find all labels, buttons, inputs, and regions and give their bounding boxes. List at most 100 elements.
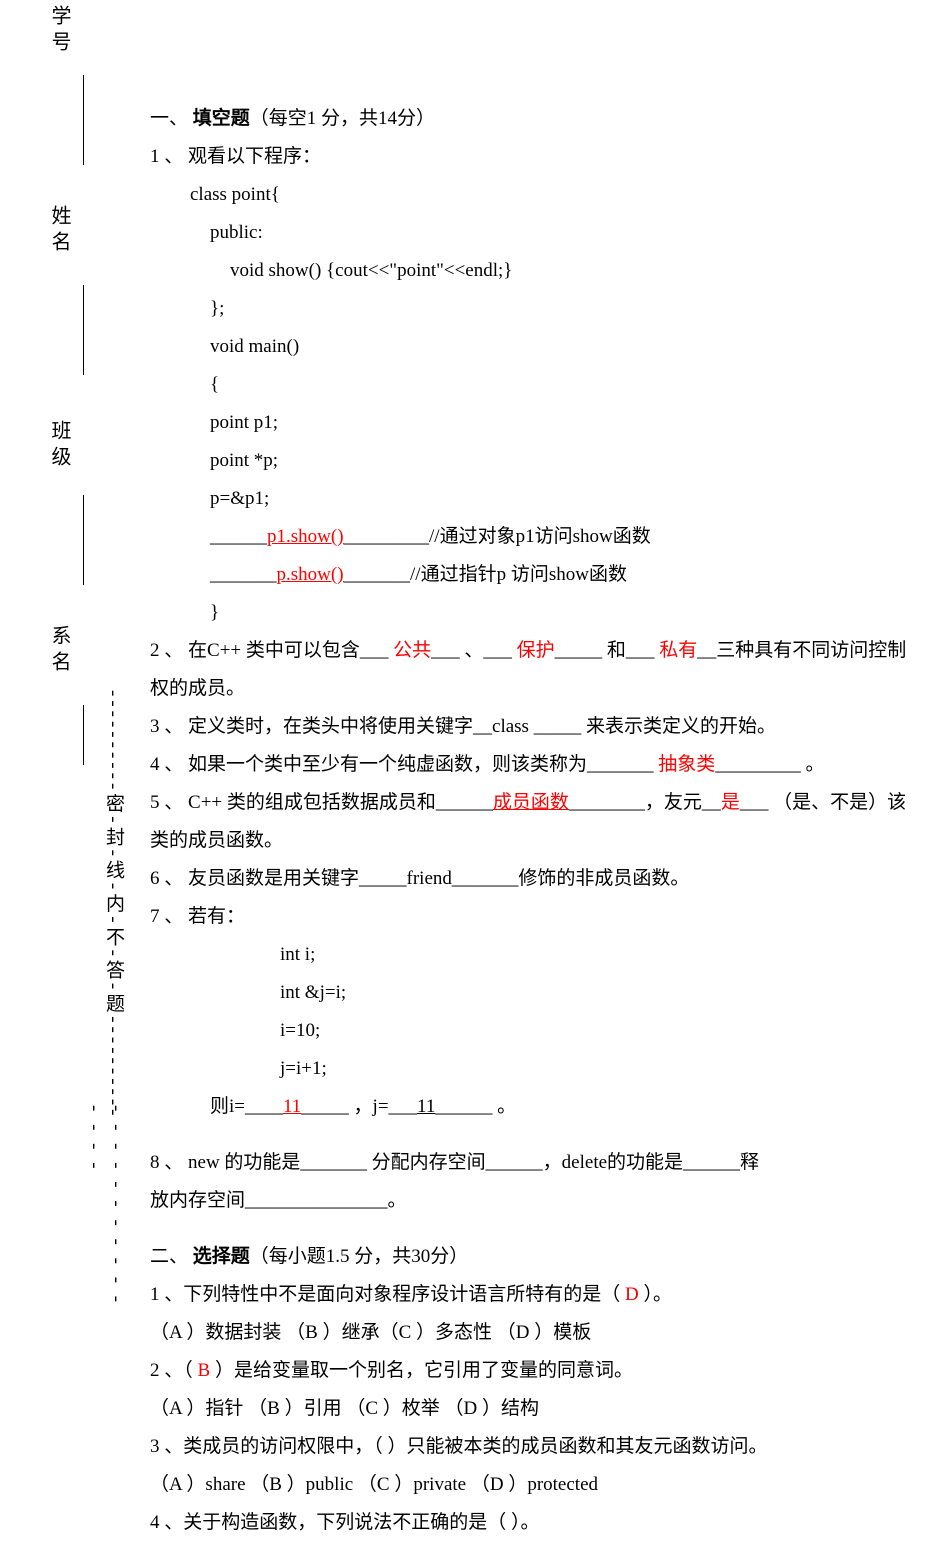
q-num: 3 、 bbox=[150, 1436, 183, 1457]
text: ）。 bbox=[639, 1284, 672, 1305]
label-student-id: 学号 bbox=[45, 5, 74, 57]
text: C++ 类的组成包括数据成员和______ bbox=[188, 792, 493, 813]
s2-q4: 4 、关于构造函数，下列说法不正确的是（ ）。 bbox=[150, 1504, 910, 1542]
text: 如果一个类中至少有一个纯虚函数，则该类称为_______ bbox=[188, 754, 658, 775]
q6-block: 6 、 友员函数是用关键字_____friend_______修饰的非成员函数。 bbox=[150, 860, 910, 898]
answer: B bbox=[198, 1360, 211, 1381]
q7-num: 7 、 bbox=[150, 906, 183, 927]
answer: 抽象类 bbox=[658, 754, 715, 775]
blank: ______ bbox=[210, 526, 267, 547]
q8-num: 8 、 bbox=[150, 1152, 183, 1173]
blank: _______//通过指针p 访问show函数 bbox=[344, 564, 627, 585]
answer: 是 bbox=[721, 792, 740, 813]
section-2-num: 二、 bbox=[150, 1246, 188, 1267]
q3-num: 3 、 bbox=[150, 716, 183, 737]
vline bbox=[83, 75, 84, 165]
q1-text: 观看以下程序： bbox=[188, 146, 321, 167]
section-2-title: 选择题 bbox=[193, 1246, 250, 1267]
answer: 11 bbox=[417, 1096, 435, 1117]
label-class: 班级 bbox=[45, 420, 74, 472]
q1-num: 1 、 bbox=[150, 146, 183, 167]
answer: 11 bbox=[283, 1096, 301, 1117]
text: ）是给变量取一个别名，它引用了变量的同意词。 bbox=[210, 1360, 633, 1381]
vline bbox=[83, 495, 84, 585]
section-1-scoring: （每空1 分，共14分） bbox=[250, 108, 435, 129]
q5-block: 5 、 C++ 类的组成包括数据成员和______成员函数________，友元… bbox=[150, 784, 910, 860]
code-line: }; bbox=[150, 290, 910, 328]
s2-q2-opts: （A ）指针 （B ）引用 （C ）枚举 （D ）结构 bbox=[150, 1390, 910, 1428]
code-line: { bbox=[150, 366, 910, 404]
code-line: void show() {cout<<"point"<<endl;} bbox=[150, 252, 910, 290]
binding-sidebar: 学号 姓名 班级 系名 ----------密-封-线-内-不-答-题-----… bbox=[45, 5, 115, 1325]
label-name: 姓名 bbox=[45, 205, 74, 257]
q1-lead: 1 、 观看以下程序： bbox=[150, 138, 910, 176]
vline bbox=[83, 705, 84, 765]
text: 在C++ 类中可以包含___ bbox=[188, 640, 393, 661]
answer: 公共 bbox=[393, 640, 431, 661]
q3-block: 3 、 定义类时，在类头中将使用关键字__class _____ 来表示类定义的… bbox=[150, 708, 910, 746]
code-line: point *p; bbox=[150, 442, 910, 480]
code-line: } bbox=[150, 594, 910, 632]
q2-block: 2 、 在C++ 类中可以包含___ 公共___ 、___ 保护_____ 和_… bbox=[150, 632, 910, 708]
answer: D bbox=[625, 1284, 639, 1305]
q4-block: 4 、 如果一个类中至少有一个纯虚函数，则该类称为_______ 抽象类____… bbox=[150, 746, 910, 784]
s2-q3-opts: （A ）share （B ）public （C ）private （D ）pro… bbox=[150, 1466, 910, 1504]
q5-num: 5 、 bbox=[150, 792, 183, 813]
s2-q1: 1 、下列特性中不是面向对象程序设计语言所特有的是（ D ）。 bbox=[150, 1276, 910, 1314]
answer: 保护 bbox=[517, 640, 555, 661]
s2-q3: 3 、类成员的访问权限中，（ ）只能被本类的成员函数和其友元函数访问。 bbox=[150, 1428, 910, 1466]
s2-q1-opts: （A ）数据封装 （B ）继承（C ）多态性 （D ）模板 bbox=[150, 1314, 910, 1352]
section-1-header: 一、 填空题（每空1 分，共14分） bbox=[150, 100, 910, 138]
text: 则i=____ bbox=[210, 1096, 283, 1117]
text: （ bbox=[183, 1360, 197, 1381]
q8-text1: new 的功能是_______ 分配内存空间______，delete的功能是_… bbox=[188, 1152, 759, 1173]
q7-result: 则i=____11_____ ，j=___11______ 。 bbox=[150, 1088, 910, 1126]
section-2-scoring: （每小题1.5 分，共30分） bbox=[250, 1246, 469, 1267]
text: 下列特性中不是面向对象程序设计语言所特有的是（ bbox=[183, 1284, 625, 1305]
q8-line1: 8 、 new 的功能是_______ 分配内存空间______，delete的… bbox=[150, 1144, 910, 1182]
answer: 私有 bbox=[659, 640, 697, 661]
code-line: class point{ bbox=[150, 176, 910, 214]
text: 关于构造函数，下列说法不正确的是（ ）。 bbox=[183, 1512, 539, 1533]
code-line: void main() bbox=[150, 328, 910, 366]
q-num: 4 、 bbox=[150, 1512, 183, 1533]
q7-lead: 7 、 若有： bbox=[150, 898, 910, 936]
q-num: 2 、 bbox=[150, 1360, 183, 1381]
vline bbox=[83, 285, 84, 375]
text: _________ 。 bbox=[715, 754, 824, 775]
q6-num: 6 、 bbox=[150, 868, 183, 889]
q2-num: 2 、 bbox=[150, 640, 183, 661]
text: ______ 。 bbox=[435, 1096, 516, 1117]
section-2-header: 二、 选择题（每小题1.5 分，共30分） bbox=[150, 1238, 910, 1276]
code-line: p=&p1; bbox=[150, 480, 910, 518]
text: _____ 和___ bbox=[555, 640, 660, 661]
code-line: i=10; bbox=[150, 1012, 910, 1050]
answer: p1.show() bbox=[267, 526, 344, 547]
section-1-title: 填空题 bbox=[193, 108, 250, 129]
page-content: 一、 填空题（每空1 分，共14分） 1 、 观看以下程序： class poi… bbox=[150, 100, 910, 1542]
q8-line2: 放内存空间_______________。 bbox=[150, 1182, 910, 1220]
text: 类成员的访问权限中，（ ）只能被本类的成员函数和其友元函数访问。 bbox=[183, 1436, 767, 1457]
s2-q2: 2 、（ B ）是给变量取一个别名，它引用了变量的同意词。 bbox=[150, 1352, 910, 1390]
text: ___ 、___ bbox=[431, 640, 517, 661]
blank: _______ bbox=[210, 564, 277, 585]
code-line: public: bbox=[150, 214, 910, 252]
blank: _________//通过对象p1访问show函数 bbox=[344, 526, 651, 547]
code-line: int &j=i; bbox=[150, 974, 910, 1012]
code-line: ______p1.show()_________//通过对象p1访问show函数 bbox=[150, 518, 910, 556]
q7-text: 若有： bbox=[188, 906, 245, 927]
q4-num: 4 、 bbox=[150, 754, 183, 775]
q-num: 1 、 bbox=[150, 1284, 183, 1305]
answer: p.show() bbox=[277, 564, 344, 585]
code-line: j=i+1; bbox=[150, 1050, 910, 1088]
text: ________，友元__ bbox=[569, 792, 721, 813]
code-line: int i; bbox=[150, 936, 910, 974]
section-1-num: 一、 bbox=[150, 108, 188, 129]
label-department: 系名 bbox=[45, 625, 74, 677]
code-line: _______p.show()_______//通过指针p 访问show函数 bbox=[150, 556, 910, 594]
q6-text: 友员函数是用关键字_____friend_______修饰的非成员函数。 bbox=[188, 868, 689, 889]
text: _____ ，j=___ bbox=[301, 1096, 417, 1117]
seal-dashes: - - - - - - - - - - - - - - - bbox=[105, 1105, 127, 1325]
answer: 成员函数 bbox=[493, 792, 569, 813]
q3-text: 定义类时，在类头中将使用关键字__class _____ 来表示类定义的开始。 bbox=[188, 716, 776, 737]
